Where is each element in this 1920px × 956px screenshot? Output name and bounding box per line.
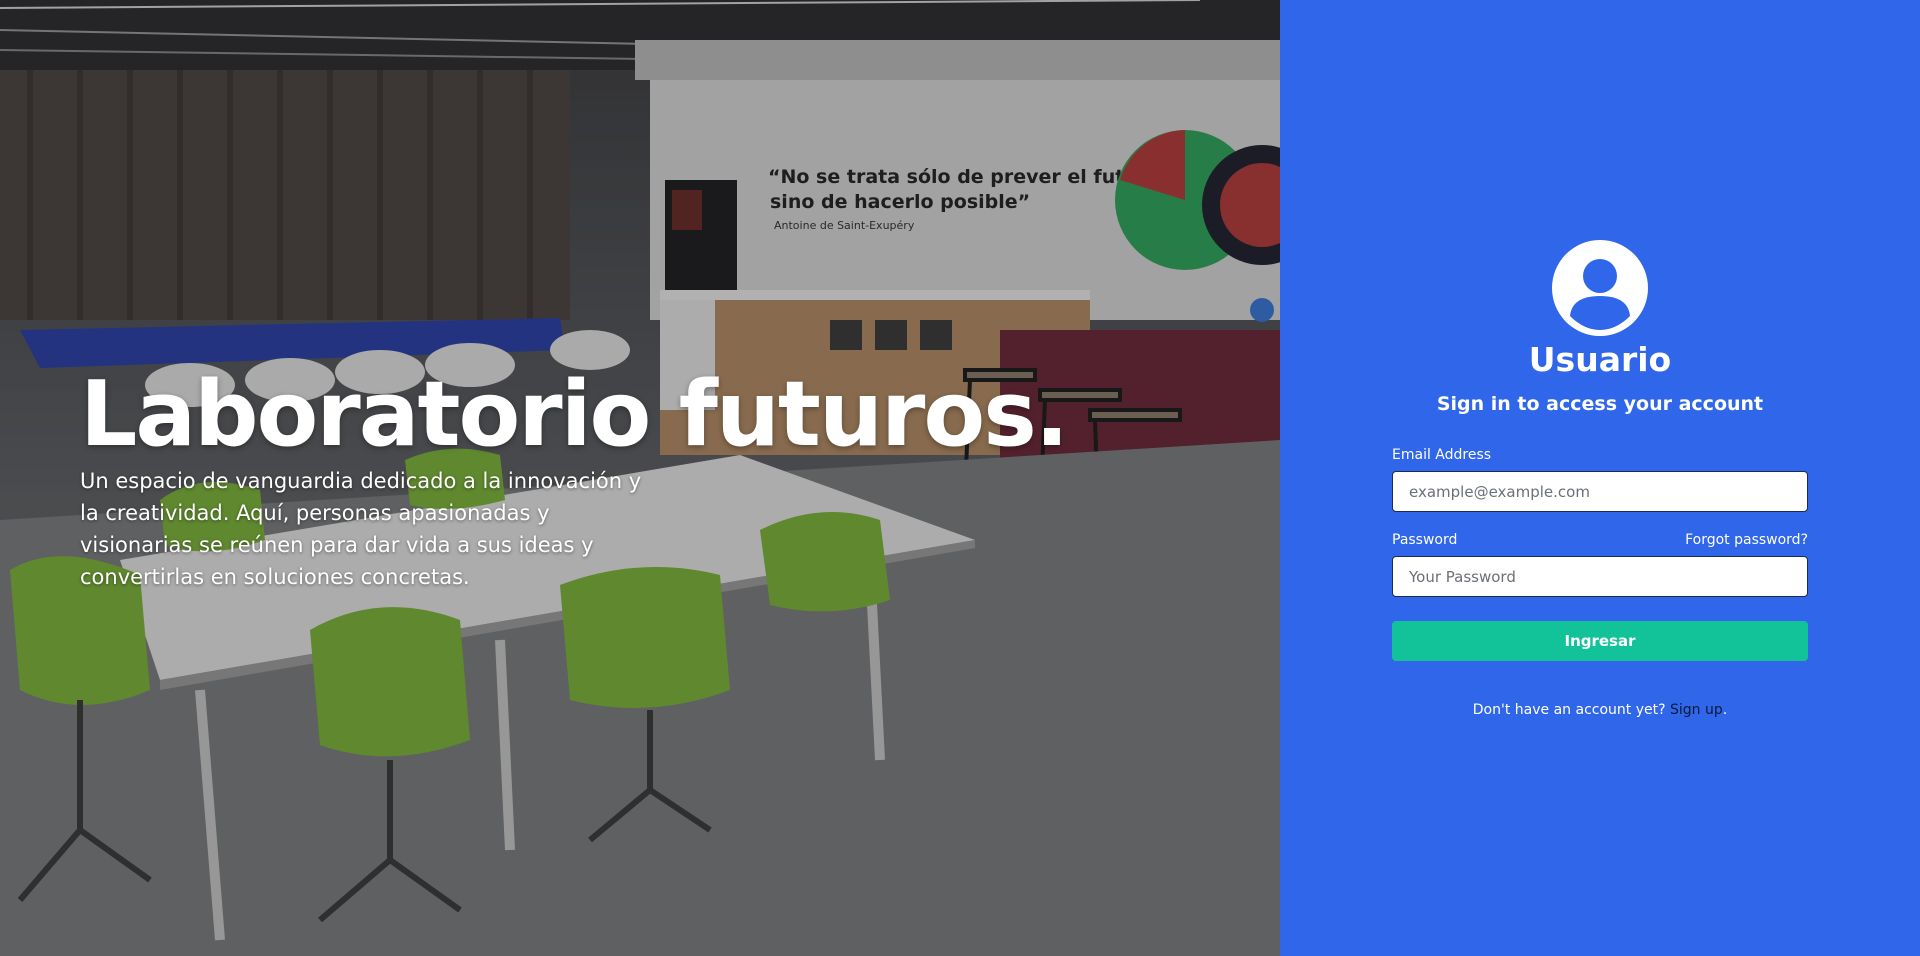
forgot-password-link[interactable]: Forgot password? — [1685, 530, 1808, 550]
submit-button[interactable]: Ingresar — [1392, 621, 1808, 661]
login-panel: Usuario Sign in to access your account E… — [1280, 0, 1920, 956]
email-label: Email Address — [1392, 447, 1492, 463]
hero-panel: “No se trata sólo de prever el futuro, s… — [0, 0, 1280, 956]
user-circle-icon — [1552, 240, 1648, 336]
login-form: Email Address Password Forgot password? … — [1392, 445, 1808, 661]
signup-prefix: Don't have an account yet? — [1472, 702, 1666, 718]
password-field[interactable] — [1392, 556, 1808, 597]
login-title: Usuario — [1528, 340, 1672, 379]
hero-title: Laboratorio futuros. — [80, 362, 1069, 467]
password-label: Password — [1392, 532, 1458, 548]
signup-prompt: Don't have an account yet? Sign up. — [1280, 699, 1920, 721]
signup-link[interactable]: Sign up — [1670, 702, 1723, 718]
hero-description: Un espacio de vanguardia dedicado a la i… — [80, 469, 642, 589]
login-subtitle: Sign in to access your account — [1436, 393, 1764, 415]
signup-suffix: . — [1722, 702, 1728, 718]
email-field[interactable] — [1392, 471, 1808, 512]
